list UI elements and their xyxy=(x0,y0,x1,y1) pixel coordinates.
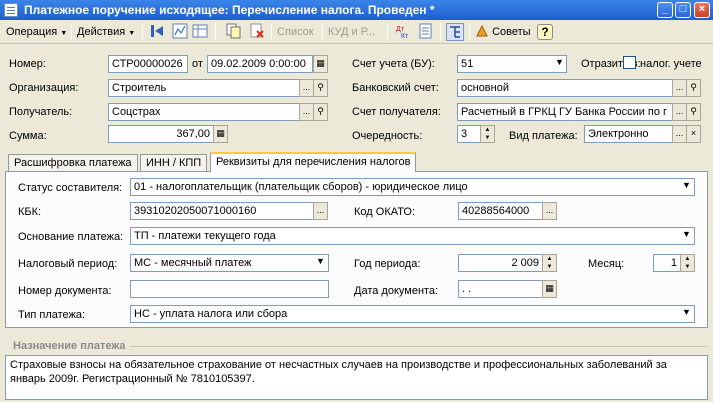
basis-chevron-down-icon[interactable]: ▼ xyxy=(679,227,694,245)
year-spinner[interactable]: ▲ ▼ xyxy=(542,254,557,272)
recipient-select-button[interactable]: ... xyxy=(299,103,314,121)
copy-document-icon[interactable] xyxy=(226,23,242,39)
org-search-icon[interactable]: ⚲ xyxy=(313,79,328,97)
basis-label: Основание платежа: xyxy=(18,231,124,243)
kud-button[interactable]: КУД и Р... xyxy=(328,23,375,41)
tax-account-label: налог. учете xyxy=(640,58,702,70)
window-title-bar: Платежное поручение исходящее: Перечисле… xyxy=(0,0,713,20)
status-label: Статус составителя: xyxy=(18,182,123,194)
kbk-field[interactable]: 39310202050071000160 xyxy=(130,202,314,220)
doc-number-field[interactable] xyxy=(130,280,329,298)
dt-kt-icon[interactable]: ДтКт xyxy=(395,23,411,39)
chevron-down-icon[interactable]: ▼ xyxy=(552,55,567,73)
status-chevron-down-icon[interactable]: ▼ xyxy=(679,178,694,196)
month-spinner[interactable]: ▲ ▼ xyxy=(680,254,695,272)
actions-menu[interactable]: Действия ▼ xyxy=(77,23,135,41)
document-icon xyxy=(4,3,18,17)
org-label: Организация: xyxy=(9,82,79,94)
pay-type-label: Тип платежа: xyxy=(18,309,86,321)
toolbar: Операция ▼ Действия ▼ Список КУД и Р... … xyxy=(0,20,713,44)
payment-type-field[interactable]: Электронно xyxy=(584,125,673,143)
calendar-icon[interactable]: ▦ xyxy=(313,55,328,73)
account-bu-select[interactable]: 51 xyxy=(457,55,567,73)
structure-icon[interactable] xyxy=(446,23,464,41)
recipient-field[interactable]: Соцстрах xyxy=(108,103,300,121)
year-label: Год периода: xyxy=(354,258,421,270)
post-arrow-icon[interactable] xyxy=(149,23,165,39)
tab-inn-kpp[interactable]: ИНН / КПП xyxy=(140,154,208,171)
recipient-search-icon[interactable]: ⚲ xyxy=(313,103,328,121)
period-select[interactable]: МС - месячный платеж xyxy=(130,254,329,272)
priority-label: Очередность: xyxy=(352,130,423,142)
org-field[interactable]: Строитель xyxy=(108,79,300,97)
basis-select[interactable]: ТП - платежи текущего года xyxy=(130,227,695,245)
bank-account-field[interactable]: основной xyxy=(457,79,673,97)
doc-date-label: Дата документа: xyxy=(354,285,439,297)
operation-menu[interactable]: Операция ▼ xyxy=(6,23,67,41)
date-field[interactable]: 09.02.2009 0:00:00 xyxy=(207,55,313,73)
payment-type-label: Вид платежа: xyxy=(509,130,578,142)
doc-date-calendar-icon[interactable]: ▦ xyxy=(542,280,557,298)
recipient-account-field[interactable]: Расчетный в ГРКЦ ГУ Банка России по г xyxy=(457,103,673,121)
tips-button[interactable]: Советы xyxy=(475,23,531,41)
tab-tax-requisites[interactable]: Реквизиты для перечисления налогов xyxy=(210,152,417,172)
document-chart-icon[interactable] xyxy=(172,23,188,39)
bank-account-search-icon[interactable]: ⚲ xyxy=(686,79,701,97)
okato-field[interactable]: 40288564000 xyxy=(458,202,543,220)
report-icon[interactable] xyxy=(418,23,434,39)
priority-field[interactable]: 3 xyxy=(457,125,481,143)
pay-type-select[interactable]: НС - уплата налога или сбора xyxy=(130,305,695,323)
pay-type-chevron-down-icon[interactable]: ▼ xyxy=(679,305,694,323)
date-from-label: от xyxy=(192,58,203,70)
month-label: Месяц: xyxy=(588,258,625,270)
help-button[interactable]: ? xyxy=(537,24,553,40)
tax-account-checkbox[interactable] xyxy=(623,56,636,69)
svg-text:Дт: Дт xyxy=(396,26,405,33)
number-label: Номер: xyxy=(9,58,46,70)
recipient-account-search-icon[interactable]: ⚲ xyxy=(686,103,701,121)
sum-field[interactable]: 367,00 xyxy=(108,125,214,143)
period-label: Налоговый период: xyxy=(18,258,118,270)
priority-spinner[interactable]: ▲ ▼ xyxy=(480,125,495,143)
purpose-title: Назначение платежа xyxy=(13,340,126,352)
purpose-divider xyxy=(130,346,708,347)
svg-text:Кт: Кт xyxy=(401,33,409,39)
period-chevron-down-icon[interactable]: ▼ xyxy=(313,254,328,272)
recipient-account-label: Счет получателя: xyxy=(352,106,441,118)
list-button[interactable]: Список xyxy=(277,23,314,41)
bank-account-label: Банковский счет: xyxy=(352,82,439,94)
doc-number-label: Номер документа: xyxy=(18,285,112,297)
account-bu-label: Счет учета (БУ): xyxy=(352,58,435,70)
purpose-text[interactable]: Страховые взносы на обязательное страхов… xyxy=(5,355,708,400)
kbk-label: КБК: xyxy=(18,206,42,218)
payment-type-clear-icon[interactable]: × xyxy=(686,125,701,143)
maximize-button[interactable]: □ xyxy=(675,2,691,18)
month-field[interactable]: 1 xyxy=(653,254,681,272)
tips-icon xyxy=(476,24,488,37)
number-field[interactable]: СТР00000026 xyxy=(108,55,188,73)
okato-select-button[interactable]: ... xyxy=(542,202,557,220)
recipient-account-select-button[interactable]: ... xyxy=(672,103,687,121)
org-select-button[interactable]: ... xyxy=(299,79,314,97)
year-field[interactable]: 2 009 xyxy=(458,254,543,272)
bank-account-select-button[interactable]: ... xyxy=(672,79,687,97)
status-select[interactable]: 01 - налогоплательщик (плательщик сборов… xyxy=(130,178,695,196)
kbk-select-button[interactable]: ... xyxy=(313,202,328,220)
tab-payment-breakdown[interactable]: Расшифровка платежа xyxy=(8,154,138,171)
table-icon[interactable] xyxy=(192,23,208,39)
calculator-icon[interactable]: ▦ xyxy=(213,125,228,143)
delete-document-icon[interactable] xyxy=(249,23,265,39)
doc-date-field[interactable]: . . xyxy=(458,280,543,298)
payment-type-select-button[interactable]: ... xyxy=(672,125,687,143)
close-button[interactable]: × xyxy=(694,2,710,18)
recipient-label: Получатель: xyxy=(9,106,73,118)
sum-label: Сумма: xyxy=(9,130,47,142)
minimize-button[interactable]: _ xyxy=(657,2,673,18)
window-title: Платежное поручение исходящее: Перечисле… xyxy=(24,3,435,17)
okato-label: Код ОКАТО: xyxy=(354,206,416,218)
